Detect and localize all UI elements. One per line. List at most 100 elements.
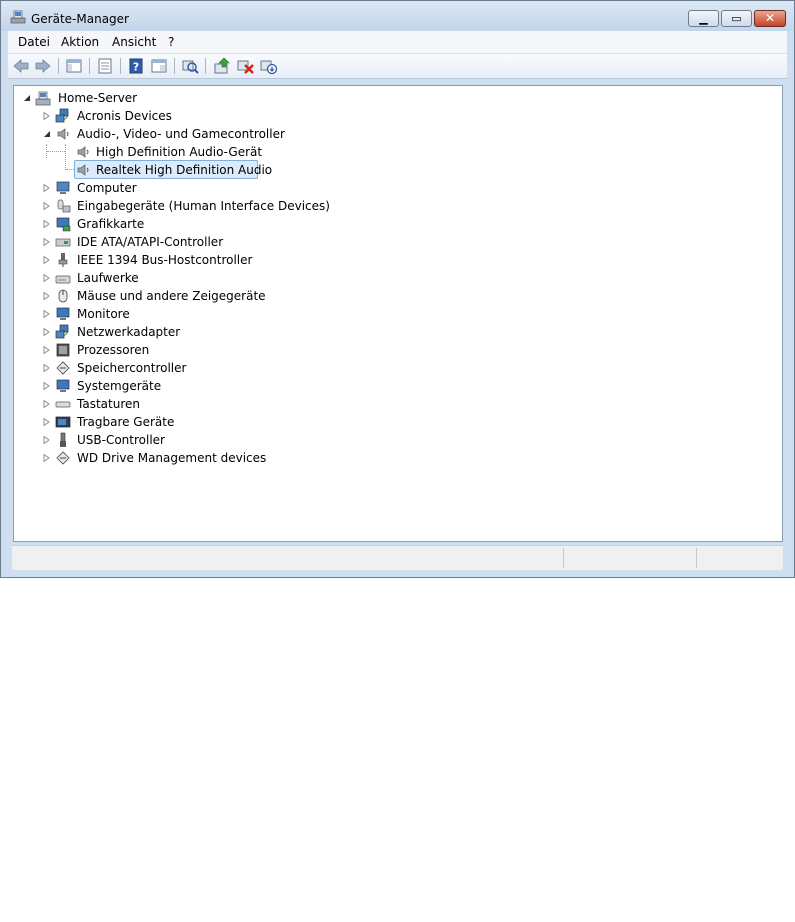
tree-category[interactable]: Mäuse und andere Zeigegeräte xyxy=(14,287,774,305)
update-driver-icon[interactable] xyxy=(213,57,231,75)
tree-category-label: IDE ATA/ATAPI-Controller xyxy=(77,235,224,249)
expand-arrow-icon[interactable] xyxy=(43,184,51,192)
storage-controller-icon xyxy=(55,450,71,466)
toolbar-separator xyxy=(205,58,206,74)
tree-root[interactable]: Home-Server xyxy=(14,89,774,107)
expand-arrow-icon[interactable] xyxy=(43,292,51,300)
expand-arrow-icon[interactable] xyxy=(43,418,51,426)
network-adapter-icon xyxy=(55,324,71,340)
expand-arrow-icon[interactable] xyxy=(43,454,51,462)
tree-category-label: Mäuse und andere Zeigegeräte xyxy=(77,289,266,303)
menu-file[interactable]: Datei xyxy=(18,35,50,49)
collapse-arrow-icon[interactable] xyxy=(43,130,51,138)
computer-icon xyxy=(55,180,71,196)
tree-device-label: High Definition Audio-Gerät xyxy=(96,145,263,159)
menu-action[interactable]: Aktion xyxy=(61,35,99,49)
scan-hardware-icon[interactable] xyxy=(181,57,199,75)
tree-category[interactable]: Systemgeräte xyxy=(14,377,774,395)
device-manager-window: Geräte-Manager ▁ ▭ ✕ Datei Aktion Ansich… xyxy=(0,0,795,578)
expand-arrow-icon[interactable] xyxy=(43,436,51,444)
processor-icon xyxy=(55,342,71,358)
tree-category[interactable]: Audio-, Video- und Gamecontroller xyxy=(14,125,774,143)
tree-category[interactable]: WD Drive Management devices xyxy=(14,449,774,467)
tree-category[interactable]: Eingabegeräte (Human Interface Devices) xyxy=(14,197,774,215)
tree-category-label: WD Drive Management devices xyxy=(77,451,267,465)
menu-bar: Datei Aktion Ansicht ? xyxy=(8,31,787,54)
help-icon[interactable]: ? xyxy=(127,57,145,75)
expand-arrow-icon[interactable] xyxy=(43,310,51,318)
expand-arrow-icon[interactable] xyxy=(43,238,51,246)
toolbar-separator xyxy=(174,58,175,74)
tree-category-label: Audio-, Video- und Gamecontroller xyxy=(77,127,285,141)
minimize-button[interactable]: ▁ xyxy=(688,10,719,27)
expand-arrow-icon[interactable] xyxy=(43,202,51,210)
tree-category-label: Tastaturen xyxy=(77,397,140,411)
tree-category-label: Acronis Devices xyxy=(77,109,172,123)
expand-arrow-icon[interactable] xyxy=(43,220,51,228)
speaker-icon xyxy=(55,126,71,142)
expand-arrow-icon[interactable] xyxy=(43,400,51,408)
tree-category-label: Netzwerkadapter xyxy=(77,325,181,339)
tree-device[interactable]: Realtek High Definition Audio xyxy=(14,161,774,179)
hid-icon xyxy=(55,198,71,214)
expand-arrow-icon[interactable] xyxy=(43,382,51,390)
firewire-icon xyxy=(55,252,71,268)
tree-category[interactable]: Prozessoren xyxy=(14,341,774,359)
mouse-icon xyxy=(55,288,71,304)
window-title: Geräte-Manager xyxy=(31,12,129,26)
expand-arrow-icon[interactable] xyxy=(43,346,51,354)
tree-category-label: Systemgeräte xyxy=(77,379,162,393)
tree-category-label: IEEE 1394 Bus-Hostcontroller xyxy=(77,253,253,267)
tree-category[interactable]: Grafikkarte xyxy=(14,215,774,233)
usb-icon xyxy=(55,432,71,448)
computer-server-icon xyxy=(35,91,51,106)
toolbar-separator xyxy=(58,58,59,74)
expand-arrow-icon[interactable] xyxy=(43,274,51,282)
tree-root-label: Home-Server xyxy=(58,91,138,105)
portable-device-icon xyxy=(55,414,71,430)
tree-category[interactable]: Netzwerkadapter xyxy=(14,323,774,341)
network-device-icon xyxy=(55,108,71,124)
tree-category[interactable]: IEEE 1394 Bus-Hostcontroller xyxy=(14,251,774,269)
tree-category[interactable]: Acronis Devices xyxy=(14,107,774,125)
tree-category[interactable]: USB-Controller xyxy=(14,431,774,449)
status-pane xyxy=(563,548,564,568)
keyboard-icon xyxy=(55,396,71,412)
tree-category[interactable]: Speichercontroller xyxy=(14,359,774,377)
title-bar[interactable]: Geräte-Manager ▁ ▭ ✕ xyxy=(1,1,794,31)
uninstall-icon[interactable] xyxy=(236,57,254,75)
minimize-icon: ▁ xyxy=(699,12,708,25)
forward-icon[interactable] xyxy=(34,57,52,75)
close-button[interactable]: ✕ xyxy=(754,10,786,27)
menu-help[interactable]: ? xyxy=(168,35,174,49)
menu-view[interactable]: Ansicht xyxy=(112,35,156,49)
collapse-arrow-icon[interactable] xyxy=(23,94,31,102)
tree-category[interactable]: Tastaturen xyxy=(14,395,774,413)
maximize-button[interactable]: ▭ xyxy=(721,10,752,27)
device-tree[interactable]: Home-Server Acronis Devices Audio-, Video… xyxy=(13,85,783,542)
toolbar-separator xyxy=(89,58,90,74)
tree-device-label: Realtek High Definition Audio xyxy=(96,163,273,177)
tree-category[interactable]: IDE ATA/ATAPI-Controller xyxy=(14,233,774,251)
tree-category[interactable]: Tragbare Geräte xyxy=(14,413,774,431)
display-adapter-icon xyxy=(55,216,71,232)
back-icon[interactable] xyxy=(12,57,30,75)
expand-arrow-icon[interactable] xyxy=(43,364,51,372)
expand-arrow-icon[interactable] xyxy=(43,256,51,264)
disable-icon[interactable] xyxy=(259,57,277,75)
expand-arrow-icon[interactable] xyxy=(43,112,51,120)
tree-category-label: Computer xyxy=(77,181,137,195)
svg-text:?: ? xyxy=(133,61,139,74)
tree-category[interactable]: Laufwerke xyxy=(14,269,774,287)
tree-category-label: Prozessoren xyxy=(77,343,150,357)
tree-category[interactable]: Computer xyxy=(14,179,774,197)
tree-category[interactable]: Monitore xyxy=(14,305,774,323)
properties-icon[interactable] xyxy=(96,57,114,75)
tree-category-label: Tragbare Geräte xyxy=(77,415,175,429)
tree-category-label: Monitore xyxy=(77,307,130,321)
tree-device[interactable]: High Definition Audio-Gerät xyxy=(14,143,774,161)
expand-arrow-icon[interactable] xyxy=(43,328,51,336)
tree-category-label: Laufwerke xyxy=(77,271,139,285)
show-hide-console-tree-icon[interactable] xyxy=(65,57,83,75)
view-icon[interactable] xyxy=(150,57,168,75)
